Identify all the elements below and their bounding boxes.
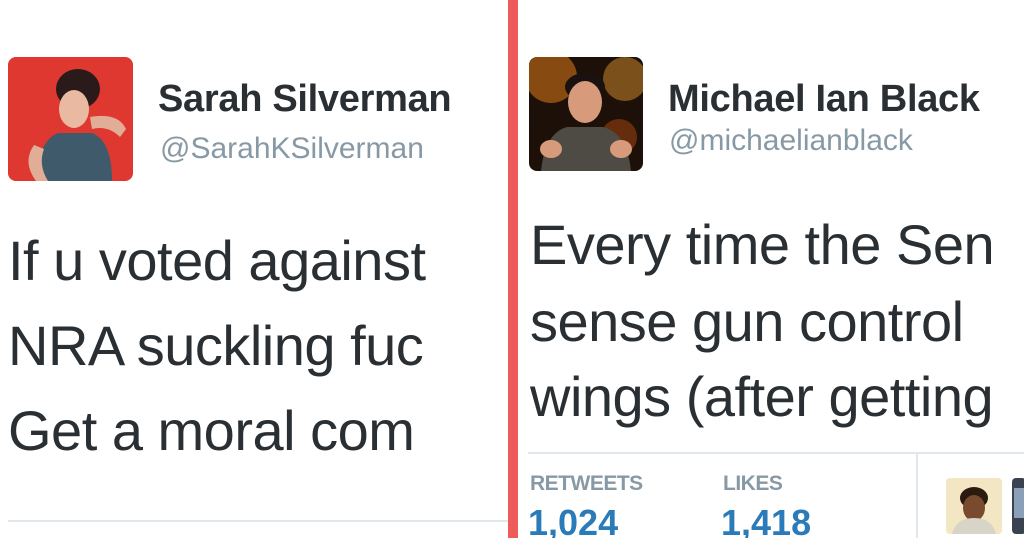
- likes-label[interactable]: LIKES: [723, 472, 783, 496]
- author-name[interactable]: Sarah Silverman: [158, 78, 452, 121]
- left-tweet-card: Sarah Silverman @SarahKSilverman If u vo…: [0, 0, 508, 538]
- right-tweet-card: Michael Ian Black @michaelianblack Every…: [518, 0, 1024, 538]
- tweet-text-line: Every time the Sen: [530, 213, 995, 276]
- panel-divider: [508, 0, 518, 538]
- stats-top-divider: [528, 452, 1024, 454]
- tweet-text-line: If u voted against: [8, 229, 426, 292]
- liker-avatar[interactable]: [1012, 478, 1024, 534]
- tweet-divider: [8, 520, 508, 522]
- avatar-photo-icon: [529, 57, 643, 171]
- author-handle[interactable]: @SarahKSilverman: [160, 132, 424, 166]
- stats-vertical-divider: [916, 454, 918, 538]
- likes-count[interactable]: 1,418: [721, 502, 811, 538]
- tweet-text-line: wings (after getting: [530, 365, 994, 428]
- retweets-label[interactable]: RETWEETS: [530, 472, 643, 496]
- tweet-text-line: sense gun control: [530, 290, 964, 353]
- retweets-count[interactable]: 1,024: [528, 502, 618, 538]
- liker-photo-icon: [946, 478, 1002, 534]
- tweet-text-line: Get a moral com: [8, 399, 415, 462]
- avatar-photo-icon: [8, 57, 133, 181]
- tweet-text-line: NRA suckling fuc: [8, 314, 424, 377]
- liker-photo-icon: [1012, 478, 1024, 534]
- michael-ian-black-avatar[interactable]: [529, 57, 643, 171]
- author-name[interactable]: Michael Ian Black: [668, 78, 980, 121]
- sarah-silverman-avatar[interactable]: [8, 57, 133, 181]
- liker-avatar[interactable]: [946, 478, 1002, 534]
- author-handle[interactable]: @michaelianblack: [669, 124, 913, 158]
